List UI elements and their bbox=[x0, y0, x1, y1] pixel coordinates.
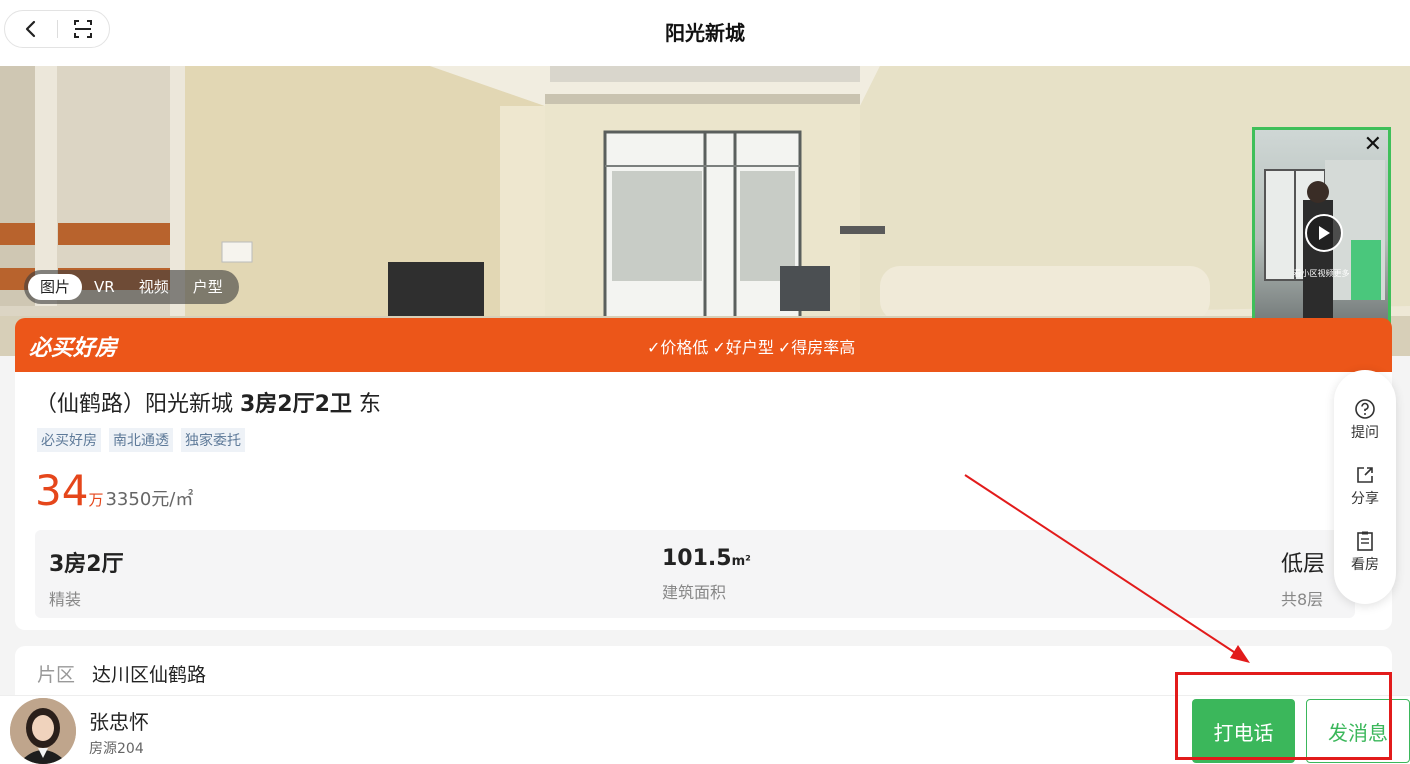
play-icon[interactable] bbox=[1305, 214, 1343, 252]
district-label: 片区 bbox=[37, 664, 76, 686]
area-unit: m² bbox=[731, 554, 751, 569]
video-preview[interactable]: ✕ 看小区视频更多 bbox=[1252, 127, 1391, 334]
area-number: 101.5 bbox=[662, 546, 732, 571]
tag: 必买好房 bbox=[37, 428, 101, 452]
ask-label: 提问 bbox=[1351, 425, 1379, 441]
view-house-label: 看房 bbox=[1351, 557, 1379, 573]
question-icon bbox=[1355, 399, 1375, 419]
feature-layout: ✓好户型 bbox=[712, 338, 774, 357]
banner-title: 必买好房 bbox=[29, 336, 118, 361]
title-suffix: 东 bbox=[351, 392, 381, 417]
media-tab-bar: 图片 VR 视频 户型 bbox=[24, 270, 239, 304]
tag: 南北通透 bbox=[109, 428, 173, 452]
stats-panel: 3房2厅 精装 101.5m² 建筑面积 低层 共8层 bbox=[35, 530, 1355, 618]
listing-photo[interactable] bbox=[0, 66, 1410, 356]
agent-name: 张忠怀 bbox=[89, 710, 149, 734]
unit-price: 3350元/㎡ bbox=[105, 489, 194, 510]
agent-portrait bbox=[10, 698, 76, 764]
clipboard-icon bbox=[1357, 531, 1373, 551]
avatar[interactable] bbox=[10, 698, 76, 764]
page-title: 阳光新城 bbox=[665, 21, 745, 45]
listing-tags: 必买好房 南北通透 独家委托 bbox=[37, 428, 245, 452]
tab-photos[interactable]: 图片 bbox=[28, 274, 83, 300]
top-bar: 阳光新城 bbox=[0, 0, 1410, 66]
tab-video[interactable]: 视频 bbox=[127, 274, 181, 300]
share-icon bbox=[1357, 467, 1373, 483]
side-action-bar: 提问 分享 看房 bbox=[1334, 370, 1396, 604]
stat-floor-value: 低层 bbox=[1281, 552, 1326, 577]
stat-area: 101.5m² 建筑面积 bbox=[662, 546, 751, 603]
stat-floor-label: 共8层 bbox=[1281, 590, 1324, 609]
agent-listings: 房源204 bbox=[89, 741, 144, 757]
listing-title: （仙鹤路）阳光新城 3房2厅2卫 东 bbox=[35, 386, 381, 418]
feature-efficiency: ✓得房率高 bbox=[777, 338, 856, 357]
price-unit: 万 bbox=[88, 491, 104, 509]
stat-area-label: 建筑面积 bbox=[662, 583, 727, 602]
close-icon[interactable]: ✕ bbox=[1364, 134, 1382, 156]
stat-layout: 3房2厅 精装 bbox=[49, 546, 124, 610]
view-house-button[interactable]: 看房 bbox=[1334, 530, 1396, 574]
stat-floor: 低层 共8层 bbox=[1281, 546, 1325, 610]
total-price: 34 bbox=[35, 466, 89, 515]
share-label: 分享 bbox=[1351, 491, 1379, 507]
banner-features: ✓价格低 ✓好户型 ✓得房率高 bbox=[647, 334, 855, 358]
video-caption: 看小区视频更多 bbox=[1293, 269, 1350, 278]
tag: 独家委托 bbox=[181, 428, 245, 452]
district-value: 达川区仙鹤路 bbox=[92, 664, 207, 686]
stat-layout-label: 精装 bbox=[49, 590, 82, 609]
tab-vr[interactable]: VR bbox=[82, 274, 127, 300]
ask-question-button[interactable]: 提问 bbox=[1334, 398, 1396, 442]
listing-page: 阳光新城 图片 VR 视频 户型 ✕ 看小区视频更多 必买好房 ✓价格低 ✓好户… bbox=[0, 0, 1410, 764]
listing-info-card: （仙鹤路）阳光新城 3房2厅2卫 东 必买好房 南北通透 独家委托 34 万 3… bbox=[15, 372, 1392, 630]
tab-floorplan[interactable]: 户型 bbox=[181, 274, 235, 300]
room-photo-illustration bbox=[0, 66, 1410, 356]
feature-price: ✓价格低 bbox=[647, 338, 709, 357]
stat-area-value: 101.5m² bbox=[662, 546, 751, 571]
price: 34 万 3350元/㎡ bbox=[35, 466, 193, 515]
annotation-highlight-box bbox=[1175, 672, 1392, 760]
share-button[interactable]: 分享 bbox=[1334, 464, 1396, 508]
title-prefix: （仙鹤路）阳光新城 bbox=[35, 392, 240, 417]
featured-banner: 必买好房 ✓价格低 ✓好户型 ✓得房率高 bbox=[15, 318, 1392, 372]
title-layout: 3房2厅2卫 bbox=[240, 392, 352, 417]
stat-layout-value: 3房2厅 bbox=[49, 552, 124, 577]
